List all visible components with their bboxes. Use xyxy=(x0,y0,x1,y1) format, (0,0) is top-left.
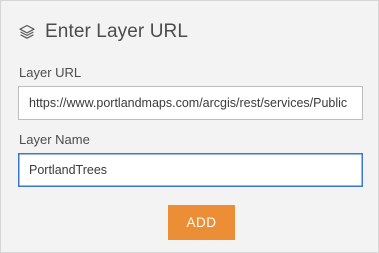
layer-url-label: Layer URL xyxy=(19,65,82,80)
layer-name-input[interactable] xyxy=(18,153,363,187)
layer-url-input[interactable] xyxy=(18,86,363,120)
add-button[interactable]: ADD xyxy=(168,205,235,240)
panel-title: Enter Layer URL xyxy=(45,21,189,42)
layer-name-label: Layer Name xyxy=(19,132,90,147)
layers-icon xyxy=(18,23,36,41)
panel-header: Enter Layer URL xyxy=(18,19,188,45)
enter-layer-url-panel: Enter Layer URL Layer URL Layer Name ADD xyxy=(0,0,379,253)
